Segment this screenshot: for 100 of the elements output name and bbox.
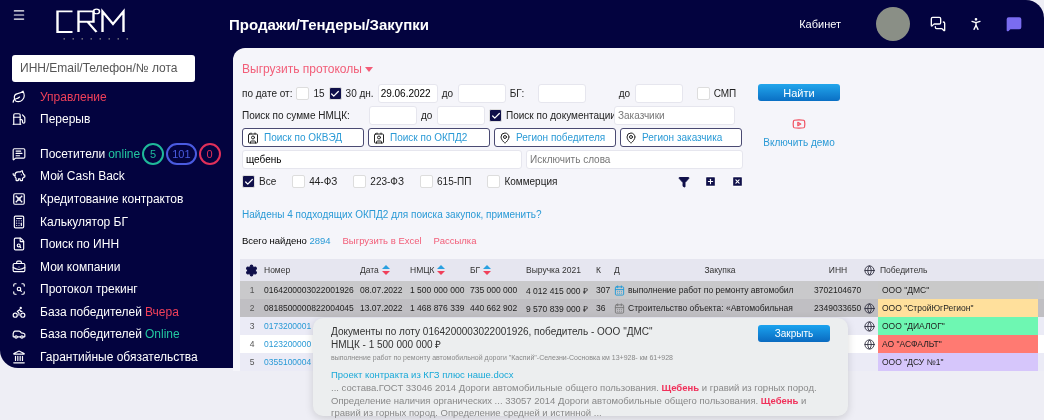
column-header[interactable]: Победитель — [880, 265, 928, 275]
close-button[interactable]: Закрыть — [758, 325, 830, 342]
column-header[interactable]: ИНН — [828, 265, 848, 275]
person-icon[interactable] — [968, 16, 984, 32]
checkbox[interactable] — [696, 87, 710, 100]
contact-card-icon — [373, 131, 385, 144]
plus-icon[interactable] — [704, 175, 717, 188]
menu-item[interactable]: Мои компании — [40, 259, 121, 274]
winner-cell: АО "АСФАЛЬТ" — [878, 335, 1038, 353]
sort-icon[interactable] — [437, 265, 446, 275]
menu-item[interactable]: Гарантийные обязательства — [40, 349, 198, 364]
leaf-icon — [12, 89, 26, 104]
lot-number[interactable]: 0164200003022001926 — [264, 285, 354, 295]
column-header[interactable]: Выручка 2021 — [526, 265, 581, 275]
calendar-icon[interactable] — [614, 284, 625, 296]
date-label: по дате от: — [242, 88, 293, 99]
table-cell: 9 570 839 000 ₽ — [526, 302, 588, 314]
table-cell: 440 662 902 — [470, 303, 518, 313]
cabinet-link[interactable]: Кабинет — [799, 18, 841, 30]
to-label: до — [441, 88, 454, 99]
bg-from-field[interactable] — [537, 84, 586, 103]
column-header[interactable]: Дата — [360, 265, 379, 275]
settings-icon[interactable] — [245, 263, 258, 277]
winner-cell: ООО "СтройЮгРегион" — [878, 299, 1038, 317]
menu-item[interactable]: Поиск по ИНН — [40, 237, 120, 252]
customers-field[interactable]: Заказчики — [614, 106, 735, 125]
column-header[interactable]: Закупка — [704, 265, 736, 275]
column-header[interactable]: БГ — [470, 265, 481, 275]
page-title: Продажи/Тендеры/Закупки — [229, 15, 430, 33]
lot-number[interactable]: 0818500000822004045 — [264, 303, 354, 313]
checkbox[interactable] — [353, 175, 367, 188]
bg-to-field[interactable] — [634, 84, 683, 103]
checkbox[interactable] — [292, 175, 306, 188]
table-cell: выполнение работ по ремонту автомобил — [628, 285, 794, 295]
globe-icon[interactable] — [864, 302, 875, 314]
table-cell: 1 500 000 000 — [410, 285, 465, 295]
winner-cell: ООО "ДСУ №1" — [878, 353, 1038, 371]
sum-to-field[interactable] — [437, 106, 485, 125]
menu-item[interactable]: База победителей — [40, 304, 142, 319]
filter-icon[interactable] — [678, 175, 690, 188]
menu-item[interactable]: Кредитование контрактов — [40, 191, 184, 206]
menu-icon[interactable] — [12, 8, 26, 22]
map-pin-icon — [499, 131, 511, 144]
column-header[interactable]: К — [596, 265, 601, 275]
keywords-field[interactable]: щебень — [242, 150, 522, 169]
column-header[interactable]: НМЦК — [410, 265, 435, 275]
sort-icon[interactable] — [483, 265, 492, 275]
table-cell: Строительство объекта: «Автомобильная — [628, 303, 793, 313]
menu-item[interactable]: Перерыв — [40, 112, 91, 127]
sort-icon[interactable] — [381, 265, 390, 275]
menu-item[interactable]: Управление — [40, 89, 107, 104]
table-cell: 13.07.2022 — [360, 303, 403, 313]
globe-icon — [864, 264, 875, 276]
video-icon[interactable] — [792, 117, 806, 131]
chats-icon[interactable] — [930, 16, 946, 32]
exclude-words-field[interactable]: Исключить слова — [526, 150, 743, 169]
row-number: 4 — [249, 339, 255, 349]
checkbox[interactable] — [328, 87, 342, 100]
checkbox[interactable] — [242, 175, 255, 188]
menu-item[interactable]: База победителей — [40, 327, 142, 342]
chat-list-icon — [12, 146, 26, 161]
law-label: 615-ПП — [437, 176, 472, 187]
globe-icon[interactable] — [864, 320, 875, 332]
menu-item[interactable]: Калькулятор БГ — [40, 214, 128, 229]
find-button[interactable]: Найти — [758, 84, 840, 101]
table-cell: 1 468 876 339 — [410, 303, 465, 313]
checkbox[interactable] — [487, 175, 501, 188]
close-icon[interactable] — [731, 175, 744, 188]
menu-item-tag: online — [108, 146, 141, 161]
table-cell: 08.07.2022 — [360, 285, 403, 295]
bg-label: БГ: — [509, 88, 526, 99]
globe-icon[interactable] — [864, 338, 875, 350]
column-header[interactable]: Номер — [264, 265, 291, 275]
menu-item[interactable]: Протокол трекинг — [40, 282, 138, 297]
scan-search-icon — [12, 282, 26, 297]
search-field[interactable]: ИНН/Email/Телефон/№ лота — [12, 55, 195, 82]
row-number: 5 — [249, 357, 255, 367]
row-number: 3 — [249, 321, 255, 331]
avatar-placeholder[interactable] — [876, 7, 910, 41]
row-number: 2 — [249, 303, 255, 313]
car-icon — [12, 327, 26, 342]
popup-price: НМЦК - 1 500 000 000 ₽ — [331, 338, 443, 351]
checkbox[interactable] — [489, 109, 502, 122]
date-to-field[interactable] — [457, 84, 506, 103]
menu-item-tag: Online — [144, 327, 180, 342]
checkbox[interactable] — [296, 87, 310, 100]
date-from-field[interactable]: 29.06.2022 — [377, 84, 438, 103]
table-cell: 3702104670 — [814, 285, 862, 295]
column-header[interactable]: Д — [614, 265, 620, 275]
to-label: до — [618, 88, 631, 99]
menu-item[interactable]: Посетители — [40, 146, 106, 161]
counter-badge: 0 — [198, 142, 221, 165]
law-label: Все — [259, 176, 277, 187]
sum-from-field[interactable] — [369, 106, 417, 125]
caret-icon[interactable] — [364, 66, 373, 72]
calendar-icon[interactable] — [614, 302, 625, 314]
chat-icon[interactable] — [1006, 16, 1022, 32]
checkbox[interactable] — [420, 175, 433, 188]
law-label: 44-ФЗ — [309, 176, 338, 187]
menu-item[interactable]: Мой Cash Back — [40, 169, 125, 184]
